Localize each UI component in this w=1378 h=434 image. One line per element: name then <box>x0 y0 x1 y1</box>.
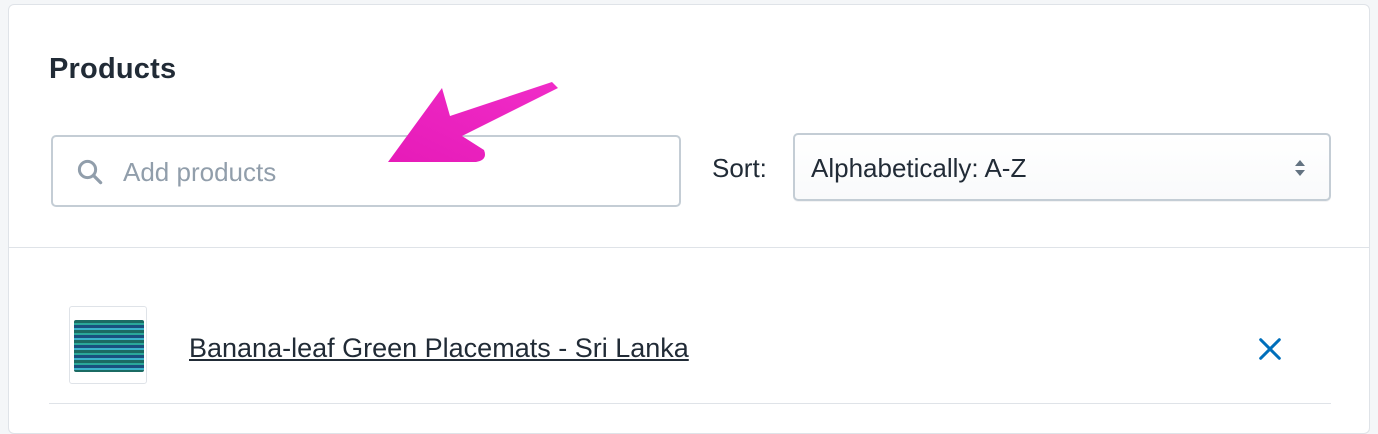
placemat-image <box>74 320 144 372</box>
product-search-input[interactable] <box>121 151 645 193</box>
sort-selected-value: Alphabetically: A-Z <box>811 153 1027 183</box>
products-card: Products Sort: Alphabetically: A-Z Banan… <box>8 4 1370 434</box>
placemat-thumbnail <box>69 306 147 384</box>
sort-label: Sort: <box>712 153 767 183</box>
select-caret-icon <box>1295 160 1305 176</box>
product-link[interactable]: Banana-leaf Green Placemats - Sri Lanka <box>189 333 689 364</box>
sort-select[interactable]: Alphabetically: A-Z <box>793 133 1331 201</box>
search-icon <box>77 159 103 185</box>
product-search-field[interactable] <box>51 135 681 207</box>
section-divider <box>9 247 1369 248</box>
product-row: Banana-leaf Green Placemats - Sri Lanka <box>49 301 1331 401</box>
close-icon[interactable] <box>1254 333 1286 365</box>
card-title: Products <box>49 53 177 85</box>
row-divider <box>49 403 1331 404</box>
